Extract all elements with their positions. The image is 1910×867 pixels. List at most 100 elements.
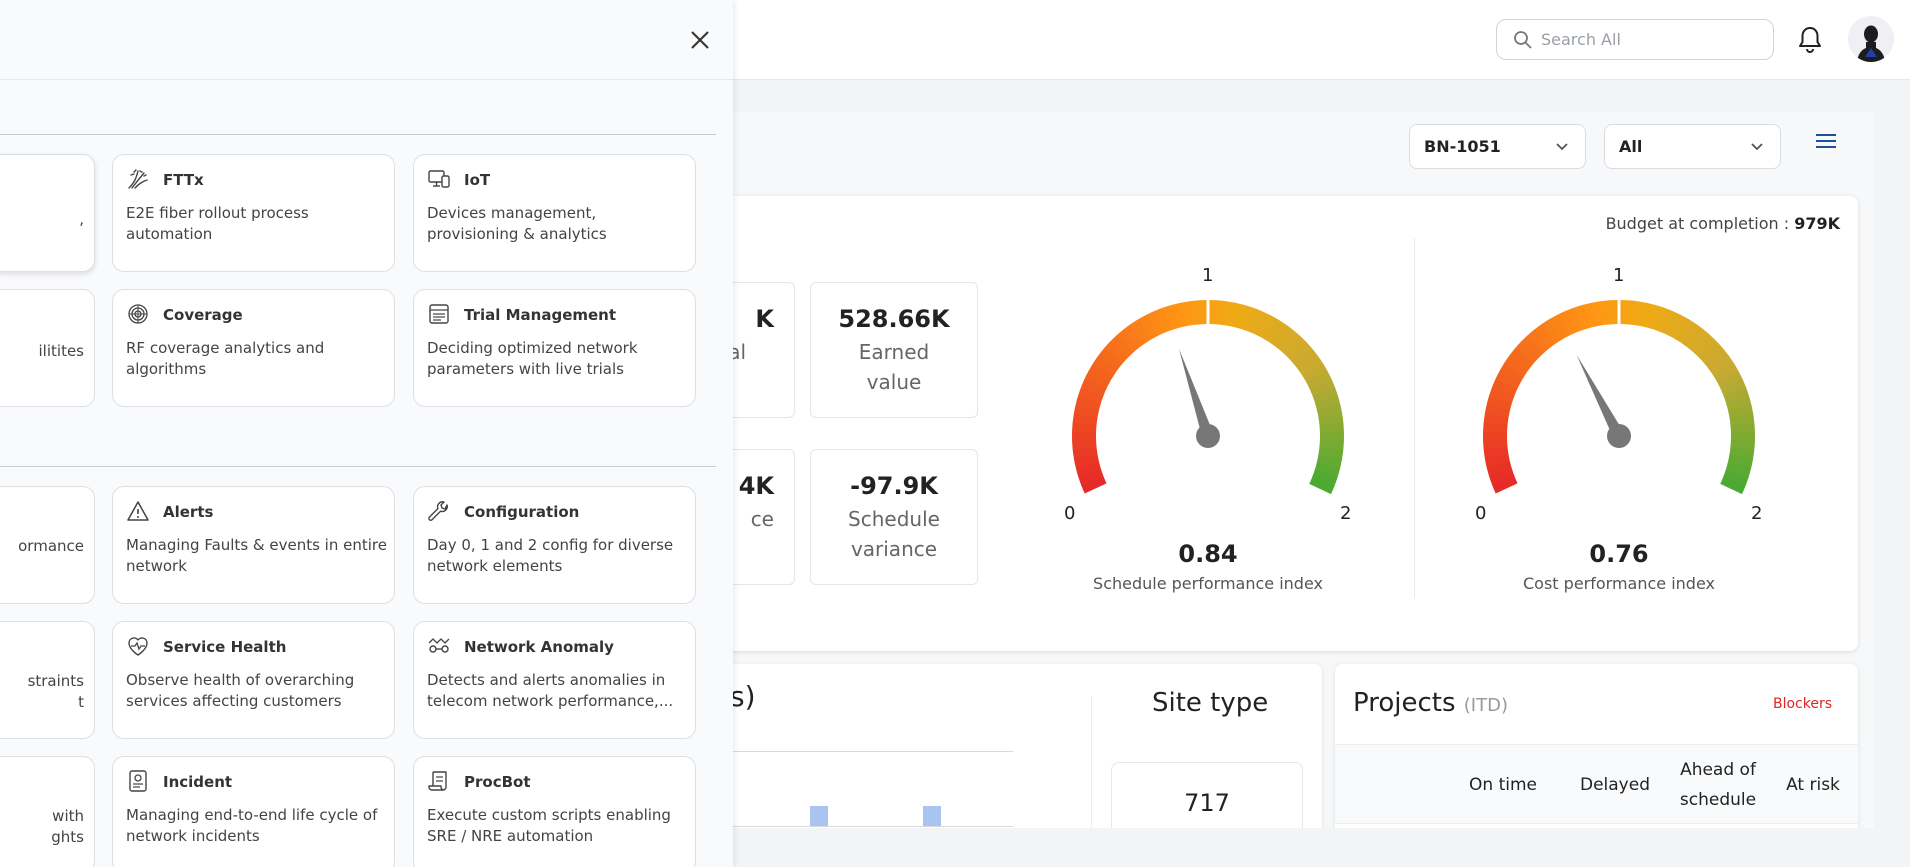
gauge-arc-segment [1130,318,1152,344]
tile-desc: ormance [18,537,84,555]
spi-label: Schedule performance index [1093,574,1323,593]
projects-title-text: Projects [1353,688,1456,718]
gauge-arc-segment [1314,395,1341,411]
scope-select-value: All [1619,137,1643,156]
gauge-arc-segment [1662,310,1682,337]
app-tile-partial[interactable]: , [0,154,95,272]
budget-at-completion: Budget at completion : 979K [1606,214,1840,233]
gauge-arc-segment [1492,378,1518,396]
bell-icon[interactable] [1796,25,1824,55]
gauge-arc-segment [1720,476,1746,495]
gauge-arc-segment [1104,341,1128,364]
app-tile-procbot[interactable]: ProcBot Execute custom scripts enabling … [413,756,696,867]
tile-desc: Execute custom scripts enabling SRE / NR… [427,806,671,845]
gauge-mid-tick: 1 [1202,265,1214,286]
gauge-arc-segment [1271,323,1293,349]
gauge-arc-segment [1072,439,1097,450]
close-icon[interactable] [686,26,714,54]
gauge-arc-segment [1222,301,1236,327]
anomaly-icon [428,638,450,653]
devices-icon [428,170,450,188]
metric-label: Schedule variance [848,507,940,561]
chart-bar[interactable] [810,806,828,826]
hamburger-menu-icon[interactable] [1814,131,1838,151]
tile-desc: Devices management, provisioning & analy… [427,204,607,243]
gauge-arc-segment [1072,421,1097,433]
app-tile-partial[interactable]: ormance [0,486,95,604]
search-input[interactable] [1541,30,1761,49]
app-tile-coverage[interactable]: Coverage RF coverage analytics and algor… [112,289,395,407]
coverage-icon [128,304,148,324]
spi-gauge [1072,299,1345,495]
gauge-arc-segment [1110,334,1134,359]
gauge-arc-segment [1730,422,1755,434]
chart-bar[interactable] [923,806,941,826]
search-box[interactable] [1496,19,1774,60]
gauge-arc-segment [1075,461,1102,477]
gauge-arc-segment [1319,422,1344,434]
tile-desc: Managing end-to-end life cycle of networ… [126,806,378,845]
app-tile-partial[interactable]: with ghts [0,756,95,867]
gauge-arc-segment [1293,348,1318,371]
budget-value: 979K [1794,214,1840,233]
app-tile-configuration[interactable]: Configuration Day 0, 1 and 2 config for … [413,486,696,604]
projects-subtitle: (ITD) [1463,695,1508,716]
chart-gridline [730,751,1013,752]
gauge-arc-segment [1116,328,1140,354]
tile-desc: , [79,210,84,228]
gauge-arc-segment [1073,454,1100,468]
gauge-arc-segment [1648,304,1665,331]
gauge-arc-segment [1483,412,1509,426]
app-tile-service-health[interactable]: Service Health Observe health of overarc… [112,621,395,739]
metric-card-schedule-variance: -97.9K Schedule variance [810,449,978,585]
apps-drawer: , ilitites ormance straints t with ghts … [0,0,733,867]
tile-title: Configuration [464,503,580,521]
tile-desc: straints t [27,672,84,711]
app-tile-partial[interactable]: straints t [0,621,95,739]
chevron-down-icon [1751,143,1763,151]
gauge-max-tick: 2 [1751,503,1763,524]
chart-baseline [730,826,1013,827]
gauge-arc-segment [1258,314,1278,341]
gauge-arc-segment [1725,395,1752,411]
gauge-arc-segment [1499,362,1525,383]
tile-desc: with ghts [51,807,84,846]
app-tile-alerts[interactable]: Alerts Managing Faults & events in entir… [112,486,395,604]
gauge-arc-segment [1521,334,1545,359]
tile-title: IoT [464,171,491,189]
col-on-time[interactable]: On time [1443,770,1563,800]
gauge-arc-segment [1676,319,1697,345]
blockers-link[interactable]: Blockers [1773,696,1832,712]
tile-title: ProcBot [464,773,531,791]
app-tile-network-anomaly[interactable]: Network Anomaly Detects and alerts anoma… [413,621,696,739]
project-select[interactable]: BN-1051 [1409,124,1586,169]
avatar[interactable] [1848,16,1894,62]
projects-table-header: On time Delayed Ahead of schedule At ris… [1335,744,1858,824]
app-tile-fttx[interactable]: FTTx E2E fiber rollout process automatio… [112,154,395,272]
gauge-arc-segment [1080,475,1107,494]
gauge-arc-segment [1312,469,1338,486]
gauge-arc-segment [1694,335,1718,359]
gauge-arc-segment [1730,439,1755,451]
app-tile-incident[interactable]: Incident Managing end-to-end life cycle … [112,756,395,867]
app-tile-partial[interactable]: ilitites [0,289,95,407]
gauge-arc-segment [1484,403,1511,418]
scope-select[interactable]: All [1604,124,1781,169]
gauge-arc-segment [1189,300,1202,326]
col-at-risk[interactable]: At risk [1753,770,1858,800]
metric-label: Earned value [858,340,930,394]
tile-desc: Managing Faults & events in entire netwo… [126,536,387,575]
tile-desc: RF coverage analytics and algorithms [126,339,325,378]
gauge-arc-segment [1073,403,1100,418]
tile-title: Trial Management [464,306,617,324]
tile-desc: Detects and alerts anomalies in telecom … [427,671,674,710]
gauge-needle-hub [1196,424,1220,448]
gauge-arc-segment [1669,314,1689,341]
gauge-arc-segment [1626,300,1638,326]
gauge-arc-segment [1093,354,1119,376]
gauge-arc-segment [1704,348,1729,371]
app-tile-iot[interactable]: IoT Devices management, provisioning & a… [413,154,696,272]
gauge-arc-segment [1557,310,1576,337]
projects-title: Projects (ITD) [1353,688,1508,718]
app-tile-trial-management[interactable]: Trial Management Deciding optimized netw… [413,289,696,407]
